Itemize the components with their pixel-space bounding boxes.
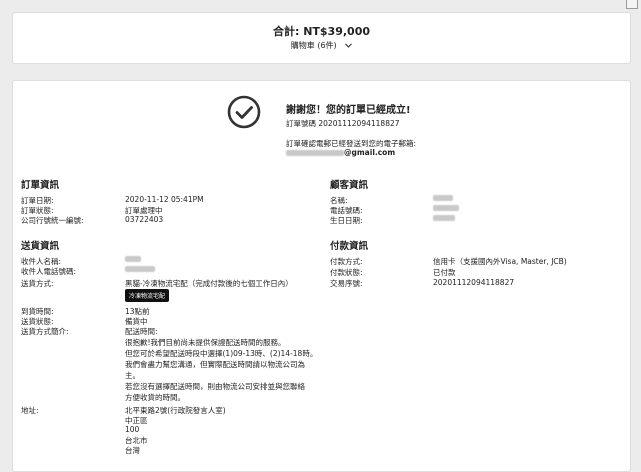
confirmation-title: 謝謝您！您的訂單已經成立! — [286, 105, 411, 116]
order-summary-card: 合計: NT$39,000 購物車 (6件) — [12, 12, 631, 64]
delivery-method-label: 送貨方式: — [21, 279, 54, 288]
order-total: 合計: NT$39,000 — [272, 25, 371, 38]
check-circle-icon — [227, 95, 261, 129]
address-line: 台灣 — [125, 446, 140, 455]
delivery-desc-line: 方便收貨的時間。 — [125, 393, 185, 402]
order-details-card: 謝謝您！您的訂單已經成立! 訂單號碼 20201112094118827 訂單確… — [12, 80, 631, 472]
redacted-name — [433, 195, 453, 201]
delivery-tooltip: 冷凍物流宅配 — [125, 289, 170, 302]
customer-info-heading: 顧客資訊 — [330, 180, 369, 191]
customer-email: @gmail.com — [286, 148, 395, 157]
redacted-recipient-phone — [125, 266, 155, 272]
redacted-phone — [433, 205, 459, 211]
delivery-method-value: 黑貓-冷凍物流宅配（完成付款後的七個工作日內） — [125, 279, 293, 288]
payment-status-value: 已付款 — [433, 268, 456, 277]
cart-label: 購物車 (6件) — [290, 41, 337, 50]
delivery-desc-line: 配送時間: — [125, 327, 158, 336]
delivery-desc-line: 我們會盡力幫您溝通，但實際配送時間請以物流公司為 — [125, 360, 305, 369]
cart-toggle[interactable]: 購物車 (6件) — [13, 40, 630, 51]
order-date-value: 2020-11-12 05:41PM — [125, 195, 204, 204]
delivery-desc-line: 很抱歉!我們目前尚未提供保證配送時間的服務。 — [125, 338, 286, 347]
address-label: 地址: — [21, 406, 39, 415]
payment-method-label: 付款方式: — [330, 257, 363, 266]
chevron-down-icon — [345, 41, 353, 50]
order-number: 訂單號碼 20201112094118827 — [286, 119, 400, 128]
order-info-heading: 訂單資訊 — [21, 180, 60, 191]
delivery-desc-line: 但您可於希望配送時段中選擇(1)09-13時、(2)14-18時。 — [125, 349, 318, 358]
delivery-desc-line: 若您沒有選擇配送時間，則由物流公司安排並與您聯絡 — [125, 382, 305, 391]
transaction-no-value: 20201112094118827 — [433, 278, 515, 287]
redacted-birthday — [433, 215, 455, 221]
payment-status-label: 付款狀態: — [330, 268, 363, 277]
delivery-info-heading: 送貨資訊 — [21, 241, 60, 252]
redacted-email — [286, 150, 344, 156]
window-corner-icon — [626, 0, 638, 9]
tax-id-label: 公司行號統一編號: — [21, 216, 84, 225]
address-line: 100 — [125, 425, 140, 434]
tax-id-value: 03722403 — [125, 215, 164, 224]
transaction-no-label: 交易序號: — [330, 279, 363, 288]
redacted-recipient — [125, 256, 141, 262]
recipient-phone-label: 收件人電話號碼: — [21, 267, 77, 276]
delivery-desc-line: 主。 — [125, 371, 140, 380]
delivery-desc-label: 送貨方式簡介: — [21, 327, 69, 336]
payment-info-heading: 付款資訊 — [330, 241, 369, 252]
payment-method-value: 信用卡（支援國內外Visa, Master, JCB) — [433, 257, 567, 266]
customer-birthday-label: 生日日期: — [330, 216, 363, 225]
